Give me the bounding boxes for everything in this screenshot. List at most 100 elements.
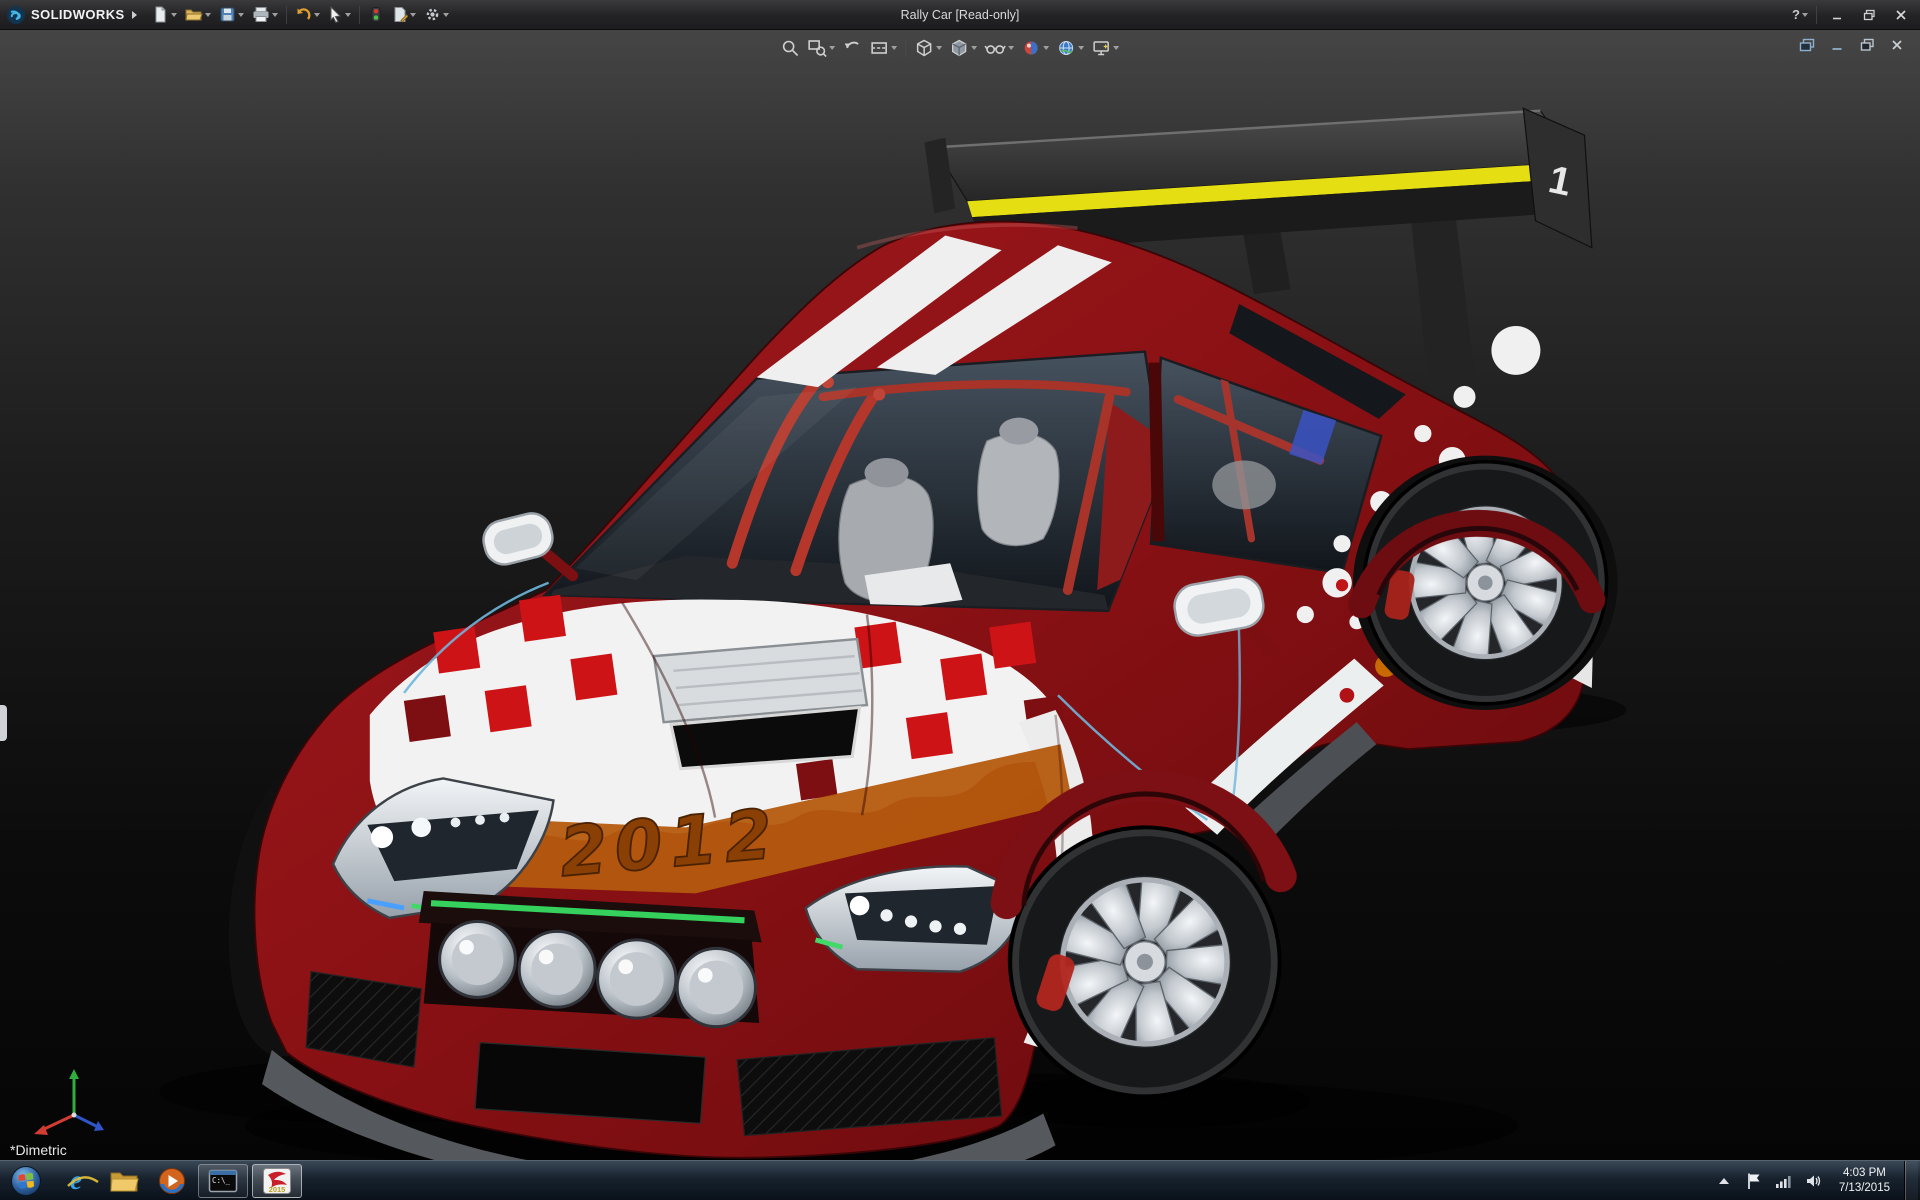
doc-close-button[interactable]	[1884, 34, 1910, 56]
zoom-to-area-button[interactable]	[804, 36, 838, 60]
options-button[interactable]	[421, 2, 452, 28]
restore-button[interactable]	[1854, 3, 1884, 27]
open-folder-icon	[185, 6, 203, 23]
minimize-button[interactable]	[1822, 3, 1852, 27]
hood-scoop[interactable]	[654, 639, 867, 769]
hide-show-items-button[interactable]	[981, 36, 1017, 60]
toolbar-separator	[1816, 6, 1817, 24]
doc-minimize-button[interactable]	[1824, 34, 1850, 56]
windshield[interactable]	[545, 352, 1163, 612]
zoom-to-fit-icon	[780, 38, 800, 58]
scene-globe-icon	[1056, 38, 1076, 58]
rebuild-button[interactable]	[365, 2, 387, 28]
select-button[interactable]	[325, 2, 354, 28]
cascade-windows-icon	[1799, 38, 1815, 52]
zoom-to-area-icon	[807, 38, 827, 58]
solidworks-icon: 2015	[262, 1167, 292, 1195]
view-cube-icon	[914, 38, 934, 58]
toolbar-separator	[905, 39, 906, 57]
zoom-to-fit-button[interactable]	[777, 36, 803, 60]
edit-appearance-button[interactable]	[1018, 36, 1052, 60]
doc-minimize-icon	[1830, 38, 1844, 52]
rebuild-traffic-icon	[368, 6, 384, 23]
action-center-flag-icon	[1746, 1172, 1762, 1190]
solidworks-logo: SOLIDWORKS	[6, 5, 137, 25]
toolbar-separator	[286, 6, 287, 24]
titlebar: SOLIDWORKS	[0, 0, 1920, 30]
close-button[interactable]	[1886, 3, 1916, 27]
undo-icon	[295, 6, 312, 23]
new-document-icon	[152, 6, 169, 23]
solidworks-badge: 2015	[269, 1185, 286, 1194]
help-button[interactable]: ?	[1789, 2, 1811, 28]
print-button[interactable]	[249, 2, 281, 28]
media-player-icon	[158, 1167, 186, 1195]
minimize-icon	[1831, 9, 1843, 21]
file-properties-icon	[392, 6, 408, 23]
cmd-glyph: C:\_	[212, 1176, 231, 1185]
doc-cascade-button[interactable]	[1794, 34, 1820, 56]
undo-button[interactable]	[292, 2, 323, 28]
feature-manager-collapsed-tab[interactable]	[0, 705, 7, 741]
taskbar-clock[interactable]: 4:03 PM 7/13/2015	[1833, 1166, 1896, 1196]
gear-icon	[424, 6, 441, 23]
document-window-controls	[1794, 34, 1910, 56]
graphics-area[interactable]: 1	[0, 30, 1920, 1160]
section-view-icon	[869, 38, 889, 58]
view-orientation-label: *Dimetric	[10, 1142, 67, 1158]
open-button[interactable]	[182, 2, 214, 28]
show-desktop-button[interactable]	[1904, 1161, 1918, 1200]
doc-close-icon	[1890, 38, 1904, 52]
clock-time: 4:03 PM	[1839, 1166, 1890, 1181]
section-view-button[interactable]	[866, 36, 900, 60]
folder-icon	[109, 1168, 139, 1194]
print-icon	[252, 6, 270, 23]
orientation-triad	[28, 1065, 112, 1144]
save-button[interactable]	[216, 2, 247, 28]
license-plate[interactable]	[475, 1043, 705, 1124]
clock-date: 7/13/2015	[1839, 1181, 1890, 1196]
network-button[interactable]	[1773, 1161, 1795, 1200]
start-button[interactable]	[0, 1161, 52, 1200]
new-document-button[interactable]	[149, 2, 180, 28]
3ds-logo-icon	[6, 5, 26, 25]
brand-text: SOLIDWORKS	[31, 7, 125, 22]
solidworks-window: SOLIDWORKS	[0, 0, 1920, 1200]
display-style-button[interactable]	[946, 36, 980, 60]
file-properties-button[interactable]	[389, 2, 419, 28]
doc-restore-icon	[1860, 38, 1875, 52]
action-center-button[interactable]	[1743, 1161, 1765, 1200]
show-hidden-icons-button[interactable]	[1713, 1161, 1735, 1200]
windows-taskbar: e C:\_	[0, 1160, 1920, 1200]
cursor-icon	[328, 6, 343, 23]
toolbar-separator	[359, 6, 360, 24]
view-orientation-button[interactable]	[911, 36, 945, 60]
help-label: ?	[1792, 7, 1800, 22]
taskbar-solidworks[interactable]: 2015	[252, 1164, 302, 1198]
previous-view-icon	[842, 38, 862, 58]
save-floppy-icon	[219, 6, 236, 23]
close-icon	[1895, 9, 1907, 21]
appearance-sphere-icon	[1021, 38, 1041, 58]
command-prompt-icon: C:\_	[208, 1168, 238, 1194]
3d-scene[interactable]: 1	[0, 30, 1920, 1160]
previous-view-button[interactable]	[839, 36, 865, 60]
apply-scene-button[interactable]	[1053, 36, 1087, 60]
view-settings-button[interactable]	[1088, 36, 1122, 60]
taskbar-command-prompt[interactable]: C:\_	[198, 1164, 248, 1198]
taskbar-windows-explorer[interactable]	[100, 1161, 148, 1200]
network-bars-icon	[1775, 1173, 1793, 1189]
display-style-icon	[949, 38, 969, 58]
ie-orbit-icon	[66, 1175, 100, 1189]
volume-button[interactable]	[1803, 1161, 1825, 1200]
heads-up-view-toolbar	[777, 36, 1122, 60]
taskbar-internet-explorer[interactable]: e	[52, 1161, 100, 1200]
restore-icon	[1863, 9, 1876, 21]
view-settings-icon	[1091, 38, 1111, 58]
chevron-up-icon	[1719, 1178, 1729, 1184]
doc-restore-button[interactable]	[1854, 34, 1880, 56]
system-tray: 4:03 PM 7/13/2015	[1713, 1161, 1920, 1200]
menu-expand-icon[interactable]	[132, 11, 137, 19]
windows-start-icon	[10, 1165, 42, 1197]
taskbar-media-player[interactable]	[148, 1161, 196, 1200]
